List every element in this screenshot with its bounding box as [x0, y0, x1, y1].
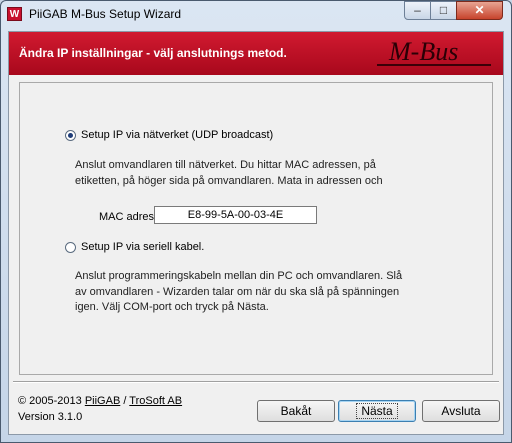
- mbus-logo: M-Bus: [377, 37, 491, 66]
- network-description-line: etiketten, på höger sida på omvandlaren.…: [75, 174, 383, 187]
- next-button-label: Nästa: [356, 403, 398, 419]
- maximize-button[interactable]: □: [430, 1, 457, 20]
- option-network-label[interactable]: Setup IP via nätverket (UDP broadcast): [81, 129, 273, 141]
- title-bar[interactable]: W PiiGAB M-Bus Setup Wizard – □ ✕: [1, 1, 511, 27]
- radio-serial[interactable]: [65, 242, 76, 253]
- banner-title: Ändra IP inställningar - välj anslutning…: [19, 46, 287, 60]
- version-label: Version 3.1.0: [18, 411, 83, 423]
- footer-divider: [13, 381, 499, 383]
- copyright: © 2005-2013 PiiGAB / TroSoft AB: [18, 395, 182, 407]
- wizard-client-area: Ändra IP inställningar - välj anslutning…: [8, 31, 504, 435]
- minimize-button[interactable]: –: [404, 1, 431, 20]
- wizard-window: W PiiGAB M-Bus Setup Wizard – □ ✕ Ändra …: [0, 0, 512, 443]
- copyright-prefix: © 2005-2013: [18, 395, 82, 407]
- network-description: Anslut omvandlaren till nätverket. Du hi…: [75, 158, 435, 189]
- radio-network[interactable]: [65, 130, 76, 141]
- window-title: PiiGAB M-Bus Setup Wizard: [29, 7, 182, 21]
- mac-address-input[interactable]: [154, 206, 317, 224]
- serial-description-line: Anslut programmeringskabeln mellan din P…: [75, 270, 403, 282]
- next-button[interactable]: Nästa: [338, 400, 416, 422]
- back-button-label: Bakåt: [280, 404, 312, 418]
- app-icon: W: [7, 7, 22, 21]
- serial-description-line: igen. Välj COM-port och tryck på Nästa.: [75, 301, 269, 313]
- network-description-line: Anslut omvandlaren till nätverket. Du hi…: [75, 159, 376, 171]
- exit-button-label: Avsluta: [441, 404, 481, 418]
- trosoft-link[interactable]: TroSoft AB: [129, 395, 182, 407]
- options-panel: Setup IP via nätverket (UDP broadcast) A…: [19, 82, 493, 375]
- close-button[interactable]: ✕: [456, 1, 503, 20]
- option-serial-label[interactable]: Setup IP via seriell kabel.: [81, 241, 204, 253]
- logo-text: M-Bus: [388, 37, 458, 66]
- piigab-link[interactable]: PiiGAB: [85, 395, 120, 407]
- serial-description-line: av omvandlaren - Wizarden talar om när d…: [75, 285, 400, 298]
- company-separator: /: [123, 395, 127, 407]
- serial-description: Anslut programmeringskabeln mellan din P…: [75, 269, 435, 316]
- header-banner: Ändra IP inställningar - välj anslutning…: [9, 32, 503, 75]
- back-button[interactable]: Bakåt: [257, 400, 335, 422]
- exit-button[interactable]: Avsluta: [422, 400, 500, 422]
